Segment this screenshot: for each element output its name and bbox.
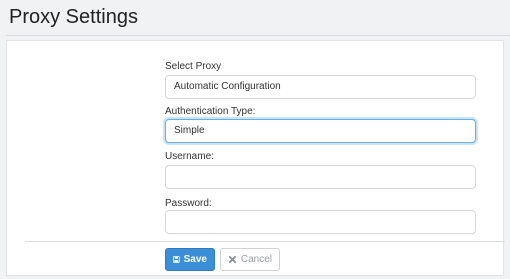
times-icon xyxy=(228,255,236,264)
cancel-button[interactable]: Cancel xyxy=(220,248,280,271)
header-divider xyxy=(6,35,510,36)
authentication-type-dropdown[interactable]: Simple xyxy=(165,119,476,143)
cancel-button-label: Cancel xyxy=(240,254,272,265)
proxy-settings-form: Select Proxy Automatic Configuration Aut… xyxy=(7,41,505,275)
floppy-disk-icon xyxy=(173,256,180,263)
form-footer-divider xyxy=(25,241,505,242)
password-field[interactable] xyxy=(165,210,476,234)
page-header: Proxy Settings xyxy=(0,0,510,38)
page-title: Proxy Settings xyxy=(9,6,138,28)
username-field[interactable] xyxy=(165,165,476,189)
password-label: Password: xyxy=(165,198,212,209)
username-label: Username: xyxy=(165,151,214,162)
proxy-settings-panel: Select Proxy Automatic Configuration Aut… xyxy=(6,40,505,276)
save-button-label: Save xyxy=(183,254,207,265)
save-button[interactable]: Save xyxy=(165,248,215,271)
select-proxy-dropdown[interactable]: Automatic Configuration xyxy=(165,75,476,99)
authentication-type-label: Authentication Type: xyxy=(165,106,256,117)
select-proxy-label: Select Proxy xyxy=(165,61,222,72)
